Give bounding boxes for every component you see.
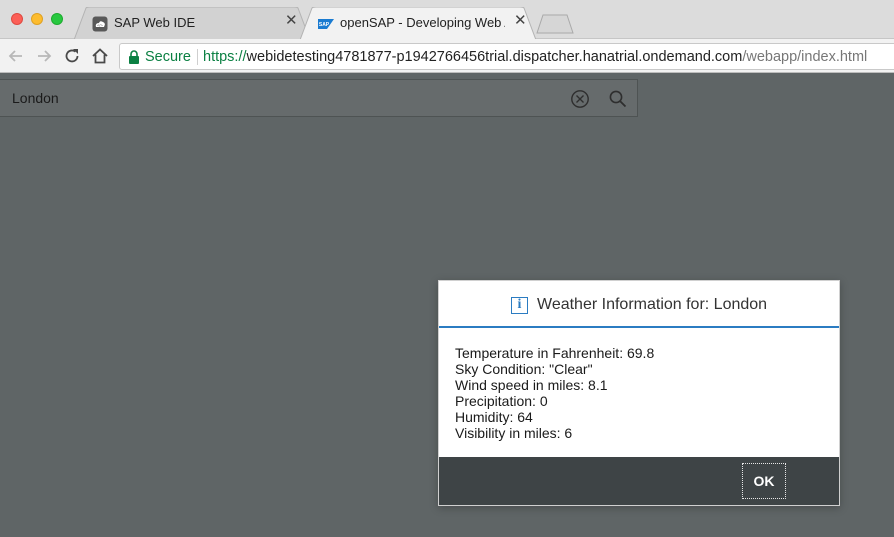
reload-icon[interactable] — [63, 47, 81, 65]
dialog-body: Temperature in Fahrenheit: 69.8 Sky Cond… — [455, 345, 654, 441]
lock-icon — [129, 50, 139, 64]
url-scheme: https:// — [203, 49, 247, 65]
minimize-window-button[interactable] — [31, 13, 43, 25]
url-host: webidetesting4781877-p1942766456trial.di… — [246, 49, 743, 65]
secure-label: Secure — [145, 49, 191, 65]
browser-toolbar: Secure https://webidetesting4781877-p194… — [0, 39, 894, 73]
dialog-footer: OK — [439, 457, 839, 505]
back-arrow-icon[interactable] — [7, 47, 25, 65]
info-icon: i — [511, 297, 528, 314]
new-tab-button[interactable] — [536, 14, 574, 34]
dialog-header: i Weather Information for: London — [439, 281, 839, 328]
city-search-field[interactable]: London — [0, 79, 638, 117]
ok-button[interactable]: OK — [742, 463, 786, 499]
address-bar[interactable]: Secure https://webidetesting4781877-p194… — [119, 43, 894, 70]
url-path: /webapp/index.html — [742, 49, 868, 65]
precipitation-line: Precipitation: 0 — [455, 393, 548, 409]
search-icon[interactable] — [608, 89, 628, 109]
url-text[interactable]: https://webidetesting4781877-p1942766456… — [203, 49, 867, 65]
visibility-line: Visibility in miles: 6 — [455, 425, 573, 441]
tab-title: SAP Web IDE — [114, 15, 196, 30]
svg-text:SAP: SAP — [319, 22, 330, 28]
svg-text:</>: </> — [97, 23, 103, 28]
tab-sap-web-ide[interactable]: </> SAP Web IDE ✕ — [74, 7, 310, 40]
humidity-line: Humidity: 64 — [455, 409, 533, 425]
tab-title: openSAP - Developing Web Apps — [340, 15, 505, 30]
browser-tab-strip: </> SAP Web IDE ✕ SAP openSAP - Developi… — [0, 0, 894, 40]
close-window-button[interactable] — [11, 13, 23, 25]
home-icon[interactable] — [91, 47, 109, 65]
tab-opensap[interactable]: SAP openSAP - Developing Web Apps ✕ — [300, 7, 536, 40]
maximize-window-button[interactable] — [51, 13, 63, 25]
sap-web-ide-favicon-icon: </> — [92, 16, 108, 32]
wind-speed-line: Wind speed in miles: 8.1 — [455, 377, 608, 393]
clear-circle-icon[interactable] — [570, 89, 590, 109]
search-input[interactable]: London — [12, 90, 59, 106]
forward-arrow-icon[interactable] — [35, 47, 53, 65]
tab-close-icon[interactable]: ✕ — [514, 13, 527, 29]
sap-logo-favicon-icon: SAP — [318, 19, 334, 29]
dialog-title: Weather Information for: London — [537, 296, 768, 313]
sky-condition-line: Sky Condition: "Clear" — [455, 361, 593, 377]
tab-close-icon[interactable]: ✕ — [285, 13, 298, 29]
weather-info-dialog: i Weather Information for: London Temper… — [438, 280, 840, 506]
address-bar-divider — [197, 49, 198, 65]
temperature-line: Temperature in Fahrenheit: 69.8 — [455, 345, 655, 361]
